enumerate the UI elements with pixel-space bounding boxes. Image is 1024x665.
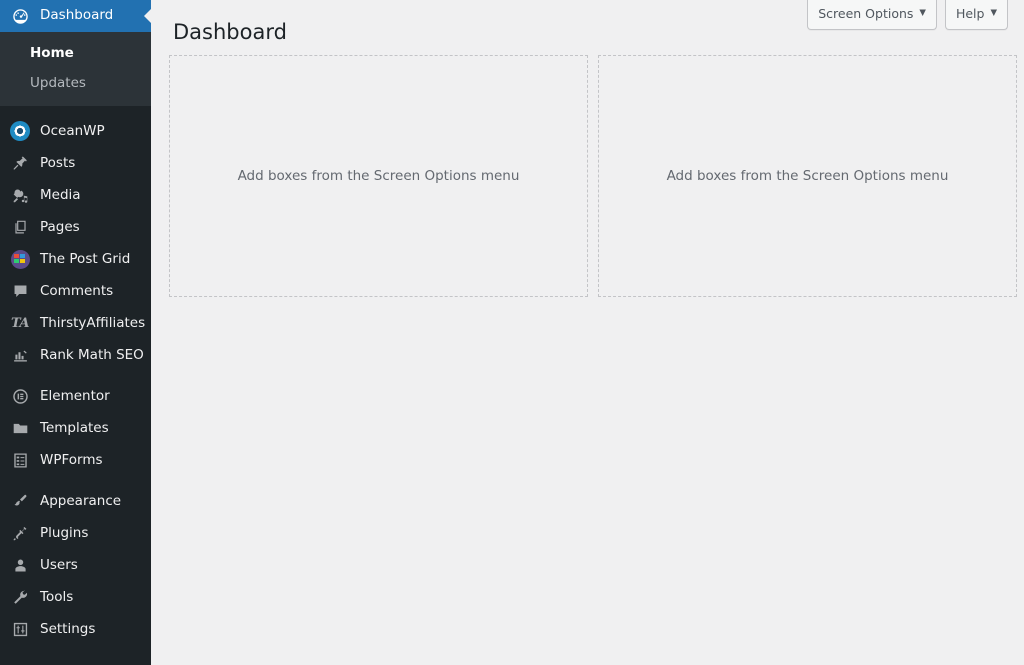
sidebar-item-wpforms[interactable]: WPForms bbox=[0, 444, 151, 476]
sidebar-item-label: Settings bbox=[40, 620, 96, 637]
sidebar-item-label: Dashboard bbox=[40, 7, 114, 24]
menu-separator bbox=[0, 371, 151, 380]
wrench-icon bbox=[9, 587, 31, 607]
pin-icon bbox=[9, 153, 31, 173]
widget-placeholder-text: Add boxes from the Screen Options menu bbox=[666, 168, 949, 184]
sidebar-item-comments[interactable]: Comments bbox=[0, 275, 151, 307]
submenu-item-home[interactable]: Home bbox=[0, 38, 151, 68]
screen-meta-links: Screen Options ▼ Help ▼ bbox=[807, 0, 1008, 30]
dashboard-widget-column-2[interactable]: Add boxes from the Screen Options menu bbox=[598, 55, 1017, 297]
main-content: Screen Options ▼ Help ▼ Dashboard Add bo… bbox=[151, 0, 1024, 665]
sidebar-item-settings[interactable]: Settings bbox=[0, 613, 151, 645]
wp-admin-screen: Dashboard Home Updates OceanWP Posts Med… bbox=[0, 0, 1024, 665]
menu-separator bbox=[0, 476, 151, 485]
sidebar-item-label: Pages bbox=[40, 218, 80, 235]
chevron-down-icon: ▼ bbox=[919, 7, 926, 18]
oceanwp-icon bbox=[9, 121, 31, 142]
widget-placeholder-text: Add boxes from the Screen Options menu bbox=[237, 168, 520, 184]
sidebar-item-label: Appearance bbox=[40, 492, 122, 509]
chevron-down-icon: ▼ bbox=[990, 7, 997, 18]
sidebar-item-oceanwp[interactable]: OceanWP bbox=[0, 115, 151, 147]
post-grid-icon bbox=[9, 249, 31, 269]
comment-bubble-icon bbox=[9, 281, 31, 301]
admin-sidebar: Dashboard Home Updates OceanWP Posts Med… bbox=[0, 0, 151, 665]
sidebar-item-plugins[interactable]: Plugins bbox=[0, 517, 151, 549]
page-title: Dashboard bbox=[173, 20, 287, 44]
sidebar-item-dashboard[interactable]: Dashboard bbox=[0, 0, 151, 32]
sidebar-item-media[interactable]: Media bbox=[0, 179, 151, 211]
menu-separator bbox=[0, 106, 151, 115]
sidebar-item-appearance[interactable]: Appearance bbox=[0, 485, 151, 517]
sidebar-item-label: Users bbox=[40, 556, 78, 573]
sidebar-item-label: Tools bbox=[40, 588, 74, 605]
dashboard-gauge-icon bbox=[9, 6, 31, 26]
paintbrush-icon bbox=[9, 491, 31, 511]
sidebar-item-rank-math-seo[interactable]: Rank Math SEO bbox=[0, 339, 151, 371]
screen-options-button[interactable]: Screen Options ▼ bbox=[807, 0, 937, 30]
sidebar-item-label: Plugins bbox=[40, 524, 89, 541]
sidebar-item-label: Media bbox=[40, 186, 81, 203]
sidebar-item-elementor[interactable]: Elementor bbox=[0, 380, 151, 412]
sidebar-item-label: Elementor bbox=[40, 387, 110, 404]
dashboard-widget-column-1[interactable]: Add boxes from the Screen Options menu bbox=[169, 55, 588, 297]
dashboard-widgets-area: Add boxes from the Screen Options menu A… bbox=[169, 55, 1017, 297]
sidebar-item-posts[interactable]: Posts bbox=[0, 147, 151, 179]
help-button[interactable]: Help ▼ bbox=[944, 0, 1008, 30]
sidebar-item-label: The Post Grid bbox=[40, 250, 131, 267]
sidebar-item-label: ThirstyAffiliates bbox=[40, 314, 146, 331]
folder-icon bbox=[9, 418, 31, 438]
elementor-icon bbox=[9, 386, 31, 406]
sidebar-item-label: Posts bbox=[40, 154, 76, 171]
submenu-item-updates[interactable]: Updates bbox=[0, 68, 151, 98]
sidebar-item-label: Rank Math SEO bbox=[40, 346, 144, 363]
sidebar-item-thirstyaffiliates[interactable]: TA ThirstyAffiliates bbox=[0, 307, 151, 339]
current-menu-arrow-icon bbox=[144, 8, 151, 24]
sidebar-item-tools[interactable]: Tools bbox=[0, 581, 151, 613]
sidebar-item-label: WPForms bbox=[40, 451, 103, 468]
media-camera-icon bbox=[9, 185, 31, 205]
sidebar-item-label: Comments bbox=[40, 282, 114, 299]
sidebar-item-the-post-grid[interactable]: The Post Grid bbox=[0, 243, 151, 275]
sliders-icon bbox=[9, 619, 31, 639]
rank-math-bars-icon bbox=[9, 345, 31, 365]
sidebar-item-pages[interactable]: Pages bbox=[0, 211, 151, 243]
dashboard-submenu: Home Updates bbox=[0, 32, 151, 107]
thirstyaffiliates-ta-icon: TA bbox=[10, 315, 30, 331]
help-label: Help bbox=[955, 6, 985, 21]
user-icon bbox=[9, 555, 31, 575]
sidebar-item-templates[interactable]: Templates bbox=[0, 412, 151, 444]
sidebar-item-label: Templates bbox=[40, 419, 109, 436]
sidebar-item-users[interactable]: Users bbox=[0, 549, 151, 581]
plug-icon bbox=[9, 523, 31, 543]
screen-options-label: Screen Options bbox=[818, 6, 914, 21]
pages-icon bbox=[9, 217, 31, 237]
sidebar-item-label: OceanWP bbox=[40, 122, 105, 139]
wpforms-clipboard-icon bbox=[9, 450, 31, 470]
